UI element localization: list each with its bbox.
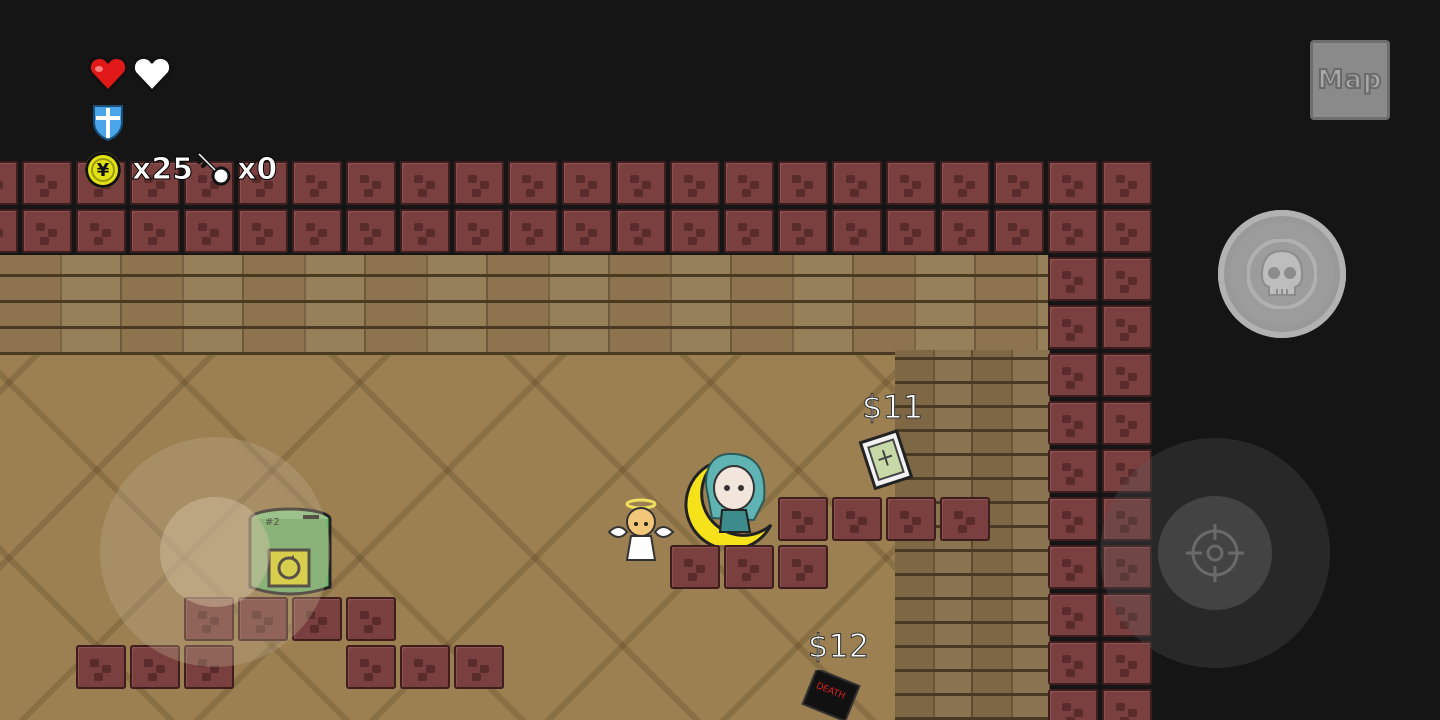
wall-brick bbox=[22, 161, 72, 205]
wall-brick bbox=[1048, 689, 1098, 720]
item-card-icon[interactable] bbox=[855, 430, 915, 490]
wall-brick bbox=[832, 209, 882, 253]
price-label: $12 bbox=[807, 627, 870, 666]
room-wall-band bbox=[0, 255, 1048, 355]
angel-pet-icon bbox=[607, 498, 675, 561]
wall-brick bbox=[346, 161, 396, 205]
wall-brick bbox=[0, 209, 18, 253]
map-button-label: Map bbox=[1316, 64, 1383, 96]
wall-brick bbox=[454, 161, 504, 205]
key-count: x0 bbox=[236, 152, 278, 188]
wall-brick bbox=[616, 161, 666, 205]
wall-brick bbox=[1048, 161, 1098, 205]
wall-brick bbox=[562, 209, 612, 253]
wall-brick bbox=[940, 209, 990, 253]
wall-brick bbox=[1102, 641, 1152, 685]
skill-button[interactable] bbox=[1218, 210, 1346, 338]
wall-brick bbox=[346, 209, 396, 253]
wall-brick bbox=[76, 645, 126, 689]
coin-symbol: ¥ bbox=[96, 159, 110, 181]
wall-brick bbox=[1102, 689, 1152, 720]
wall-brick bbox=[76, 209, 126, 253]
price-label: $11 bbox=[861, 388, 924, 427]
wall-brick bbox=[886, 161, 936, 205]
wall-brick bbox=[832, 161, 882, 205]
wall-brick bbox=[670, 161, 720, 205]
wall-brick bbox=[1048, 209, 1098, 253]
wall-brick bbox=[832, 497, 882, 541]
wall-brick bbox=[670, 209, 720, 253]
wall-brick bbox=[346, 645, 396, 689]
wall-brick bbox=[1102, 257, 1152, 301]
wall-brick bbox=[0, 161, 18, 205]
death-book-icon[interactable]: DEATH bbox=[800, 670, 862, 720]
game-screen: #2 $11 $12 DEATH ¥ x25 x0 Map bbox=[0, 0, 1440, 720]
wall-brick bbox=[1048, 401, 1098, 445]
wall-brick bbox=[778, 161, 828, 205]
wall-brick bbox=[292, 209, 342, 253]
move-joystick-knob[interactable] bbox=[160, 497, 270, 607]
wall-brick bbox=[778, 209, 828, 253]
wall-brick bbox=[1048, 449, 1098, 493]
wall-brick bbox=[292, 161, 342, 205]
aim-joystick-knob[interactable] bbox=[1158, 496, 1272, 610]
shield-icon bbox=[93, 105, 123, 142]
wall-brick bbox=[1048, 593, 1098, 637]
coin-count: x25 bbox=[131, 152, 194, 188]
wall-brick bbox=[940, 497, 990, 541]
wall-brick bbox=[1102, 305, 1152, 349]
wall-brick bbox=[238, 209, 288, 253]
wall-brick bbox=[1048, 497, 1098, 541]
wall-brick bbox=[886, 209, 936, 253]
wall-brick bbox=[616, 209, 666, 253]
wall-brick bbox=[184, 209, 234, 253]
wall-brick bbox=[886, 497, 936, 541]
wall-brick bbox=[400, 645, 450, 689]
wall-brick bbox=[1102, 209, 1152, 253]
wall-brick bbox=[724, 209, 774, 253]
heart-full-icon bbox=[87, 55, 129, 93]
wall-brick bbox=[454, 645, 504, 689]
wall-brick bbox=[724, 545, 774, 589]
wall-brick bbox=[670, 545, 720, 589]
skull-icon bbox=[1247, 239, 1317, 309]
coin-yen-icon: ¥ bbox=[85, 152, 121, 188]
wall-brick bbox=[1048, 257, 1098, 301]
wall-brick bbox=[22, 209, 72, 253]
wall-brick bbox=[994, 209, 1044, 253]
wall-brick bbox=[1102, 161, 1152, 205]
wall-brick bbox=[454, 209, 504, 253]
wall-brick bbox=[346, 597, 396, 641]
wall-brick bbox=[1048, 545, 1098, 589]
wall-brick bbox=[400, 209, 450, 253]
wall-brick bbox=[1048, 641, 1098, 685]
wall-brick bbox=[724, 161, 774, 205]
heart-empty-icon bbox=[131, 55, 173, 93]
wall-brick bbox=[778, 497, 828, 541]
player-character-icon[interactable] bbox=[676, 450, 781, 545]
wall-brick bbox=[562, 161, 612, 205]
wall-brick bbox=[1102, 353, 1152, 397]
wall-brick bbox=[130, 209, 180, 253]
wall-brick bbox=[778, 545, 828, 589]
wall-brick bbox=[1048, 353, 1098, 397]
wall-brick bbox=[508, 209, 558, 253]
key-icon bbox=[197, 152, 231, 186]
crosshair-icon bbox=[1186, 524, 1244, 582]
wall-brick bbox=[1048, 305, 1098, 349]
wall-brick bbox=[1102, 401, 1152, 445]
wall-brick bbox=[400, 161, 450, 205]
wall-brick bbox=[940, 161, 990, 205]
map-button[interactable]: Map bbox=[1310, 40, 1390, 120]
wall-brick bbox=[994, 161, 1044, 205]
wall-brick bbox=[508, 161, 558, 205]
